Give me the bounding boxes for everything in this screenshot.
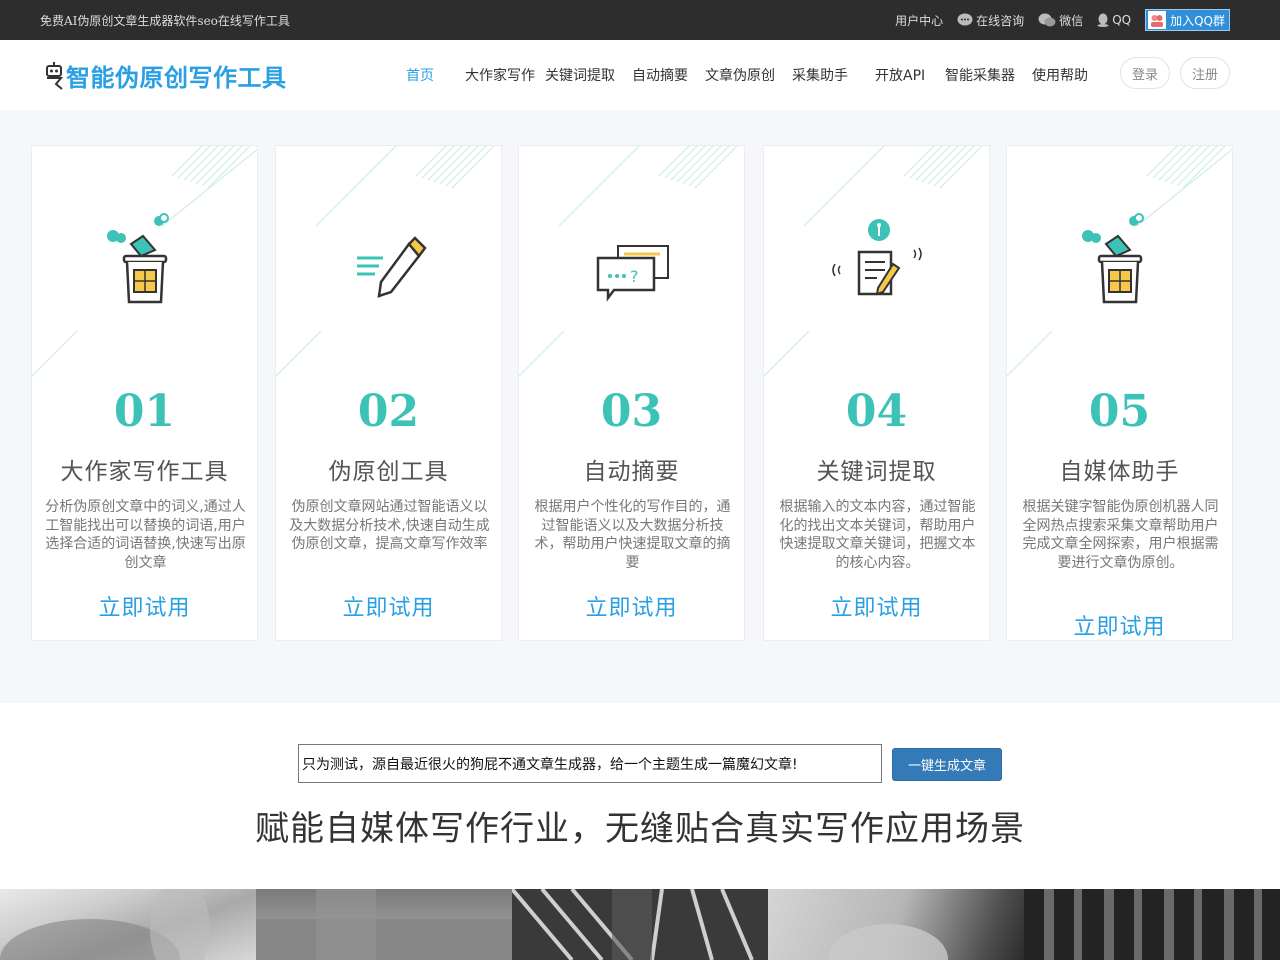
nav-item-smart-collector[interactable]: 智能采集器	[945, 65, 1032, 85]
scene-photo	[768, 889, 1024, 960]
feature-cards: 01 大作家写作工具 分析伪原创文章中的词义,通过人工智能找出可以替换的词语,用…	[0, 110, 1280, 703]
card-description: 分析伪原创文章中的词义,通过人工智能找出可以替换的词语,用户选择合适的词语替换,…	[45, 499, 246, 571]
site-header: 智能伪原创写作工具 首页 大作家写作 关键词提取 自动摘要 文章伪原创 采集助手…	[0, 40, 1280, 110]
pencil-icon	[357, 236, 427, 298]
scene-photo	[512, 889, 768, 960]
top-bar: 免费AI伪原创文章生成器软件seo在线写作工具 用户中心 在线咨询 微信 QQ …	[0, 0, 1280, 40]
chat-cards-icon: ?	[596, 245, 669, 302]
card-title: 自媒体助手	[1059, 459, 1180, 485]
online-consult-label: 在线咨询	[976, 13, 1025, 28]
nav-item-rewrite[interactable]: 文章伪原创	[705, 65, 792, 85]
chat-bubble-icon	[957, 13, 973, 26]
card-title: 大作家写作工具	[60, 459, 229, 485]
nav-item-collect-assistant[interactable]: 采集助手	[792, 65, 875, 85]
scene-photo	[256, 889, 512, 960]
card-number: 02	[357, 386, 420, 437]
robot-logo-icon	[46, 61, 64, 90]
nav-item-help[interactable]: 使用帮助	[1032, 65, 1088, 85]
site-logo[interactable]: 智能伪原创写作工具	[44, 58, 287, 93]
section-headline: 赋能自媒体写作行业，无缝贴合真实写作应用场景	[255, 809, 1025, 849]
feature-card: 01 大作家写作工具 分析伪原创文章中的词义,通过人工智能找出可以替换的词语,用…	[31, 145, 258, 641]
qq-group-avatar-icon	[1148, 11, 1167, 29]
card-title: 自动摘要	[583, 459, 680, 485]
photo-strip	[0, 889, 1280, 960]
logo-text: 智能伪原创写作工具	[66, 64, 287, 92]
online-consult-link[interactable]: 在线咨询	[957, 12, 1024, 29]
scene-photo	[1024, 889, 1280, 960]
top-links: 用户中心 在线咨询 微信 QQ 加入QQ群	[881, 9, 1230, 31]
generate-article-button[interactable]: 一键生成文章	[892, 748, 1002, 781]
login-button[interactable]: 登录	[1120, 57, 1170, 89]
wechat-icon	[1038, 13, 1056, 27]
feature-card: 04 关键词提取 根据输入的文本内容，通过智能化的找出文本关键词，帮助用户快速提…	[763, 145, 990, 641]
card-description: 伪原创文章网站通过智能语义以及大数据分析技术,快速自动生成伪原创文章，提高文章写…	[289, 499, 490, 552]
topic-input[interactable]	[298, 744, 882, 783]
article-generator: 一键生成文章 赋能自媒体写作行业，无缝贴合真实写作应用场景	[0, 703, 1280, 889]
try-now-link[interactable]: 立即试用	[32, 590, 257, 622]
user-center-label: 用户中心	[895, 13, 944, 28]
chip-bucket-icon	[107, 213, 169, 304]
nav-item-home[interactable]: 首页	[406, 65, 465, 85]
card-title: 伪原创工具	[328, 459, 449, 485]
join-qq-group-button[interactable]: 加入QQ群	[1145, 9, 1230, 31]
qq-group-label: 加入QQ群	[1170, 13, 1225, 28]
card-title: 关键词提取	[816, 459, 937, 485]
try-now-link[interactable]: 立即试用	[276, 590, 501, 622]
card-number: 01	[113, 386, 176, 437]
nav-item-open-api[interactable]: 开放API	[875, 65, 945, 85]
wechat-label: 微信	[1059, 13, 1084, 28]
nav-item-keywords[interactable]: 关键词提取	[545, 65, 632, 85]
card-number: 04	[845, 386, 908, 437]
svg-text:?: ?	[630, 267, 639, 286]
document-pen-icon	[832, 219, 922, 296]
qq-link[interactable]: QQ	[1097, 13, 1131, 27]
scene-photo	[0, 889, 256, 960]
nav-item-writer[interactable]: 大作家写作	[465, 65, 545, 85]
user-center-link[interactable]: 用户中心	[895, 12, 943, 29]
card-description: 根据用户个性化的写作目的，通过智能语义以及大数据分析技术，帮助用户快速提取文章的…	[534, 499, 731, 571]
wechat-link[interactable]: 微信	[1038, 12, 1083, 29]
try-now-link[interactable]: 立即试用	[764, 590, 989, 622]
feature-card: 02 伪原创工具 伪原创文章网站通过智能语义以及大数据分析技术,快速自动生成伪原…	[275, 145, 502, 641]
qq-label: QQ	[1112, 13, 1132, 27]
card-description: 根据关键字智能伪原创机器人同全网热点搜索采集文章帮助用户完成文章全网探索，用户根…	[1022, 499, 1219, 571]
site-slogan: 免费AI伪原创文章生成器软件seo在线写作工具	[40, 14, 290, 28]
nav-item-summary[interactable]: 自动摘要	[632, 65, 705, 85]
qq-icon	[1097, 13, 1109, 27]
try-now-link[interactable]: 立即试用	[519, 590, 744, 622]
feature-card: 05 自媒体助手 根据关键字智能伪原创机器人同全网热点搜索采集文章帮助用户完成文…	[1006, 145, 1233, 641]
main-nav: 首页 大作家写作 关键词提取 自动摘要 文章伪原创 采集助手 开放API 智能采…	[392, 65, 1088, 85]
card-number: 05	[1088, 386, 1151, 437]
card-number: 03	[600, 386, 663, 437]
try-now-link[interactable]: 立即试用	[1007, 609, 1232, 640]
register-button[interactable]: 注册	[1180, 57, 1230, 89]
chip-bucket-icon	[1082, 213, 1144, 304]
card-description: 根据输入的文本内容，通过智能化的找出文本关键词，帮助用户快速提取文章关键词，把握…	[779, 499, 976, 571]
feature-card: ? 03 自动摘要 根据用户个性化的写作目的，通过智能语义以及大数据分析技术，帮…	[518, 145, 745, 641]
